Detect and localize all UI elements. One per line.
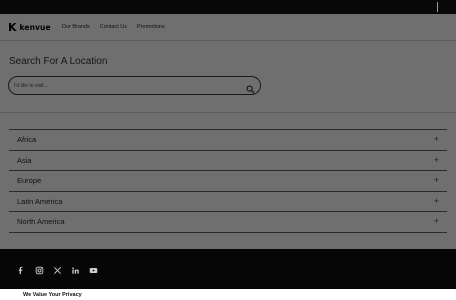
nav-link-our-brands[interactable]: Our Brands — [62, 24, 90, 30]
expand-plus-icon[interactable]: + — [434, 176, 439, 185]
page-title: Search For A Location — [9, 56, 108, 67]
kenvue-logo[interactable]: K kenvue — [8, 22, 51, 33]
region-row-europe[interactable]: Europe + — [9, 171, 447, 192]
youtube-icon[interactable] — [89, 266, 98, 275]
nav-divider — [0, 40, 456, 41]
top-bar — [0, 0, 456, 14]
expand-plus-icon[interactable]: + — [434, 135, 439, 144]
nav-link-promotions[interactable]: Promotions — [137, 24, 165, 30]
expand-plus-icon[interactable]: + — [434, 196, 439, 206]
social-links — [17, 266, 98, 275]
site-footer — [0, 249, 456, 289]
location-search — [8, 76, 261, 95]
privacy-banner: We Value Your Privacy — [0, 289, 456, 300]
search-icon[interactable] — [246, 81, 255, 94]
region-label: Africa — [17, 135, 37, 145]
region-row-africa[interactable]: Africa + — [9, 130, 447, 151]
region-label: North America — [17, 217, 65, 227]
main-nav: K kenvue Our Brands Contact Us Promotion… — [0, 14, 456, 40]
region-label: Latin America — [17, 196, 63, 206]
region-accordion: Africa + Asia + Europe + Latin America +… — [9, 129, 447, 233]
x-icon[interactable] — [53, 266, 62, 275]
instagram-icon[interactable] — [35, 266, 44, 275]
region-row-north-america[interactable]: North America + — [9, 212, 447, 233]
region-row-asia[interactable]: Asia + — [9, 151, 447, 171]
privacy-title: We Value Your Privacy — [23, 292, 82, 298]
region-label: Asia — [17, 155, 32, 165]
expand-plus-icon[interactable]: + — [434, 155, 439, 165]
region-row-latin-america[interactable]: Latin America + — [9, 192, 447, 212]
logo-mark: K — [8, 20, 17, 34]
section-divider — [0, 112, 456, 113]
expand-plus-icon[interactable]: + — [434, 217, 439, 226]
search-input[interactable] — [14, 80, 234, 91]
linkedin-icon[interactable] — [71, 266, 80, 275]
nav-link-contact-us[interactable]: Contact Us — [100, 24, 127, 30]
region-label: Europe — [17, 176, 42, 186]
logo-text: kenvue — [19, 22, 51, 32]
top-bar-divider — [437, 2, 438, 12]
facebook-icon[interactable] — [17, 266, 26, 275]
